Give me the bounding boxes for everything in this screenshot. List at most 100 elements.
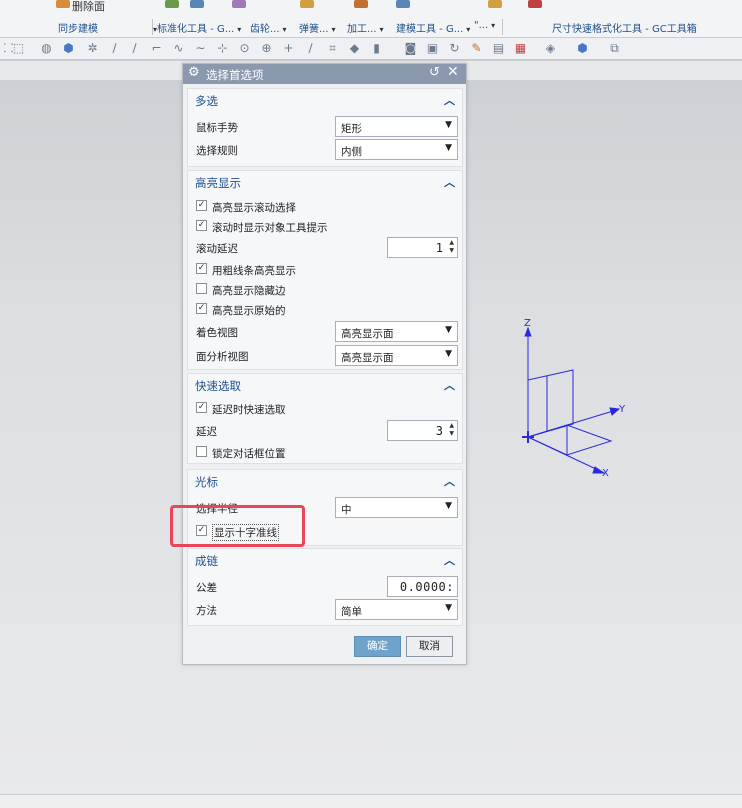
original-checkbox[interactable]: ✓ [196,303,207,314]
line-icon[interactable]: ∕ [108,42,121,55]
rollover-row: ✓ 高亮显示滚动选择 [196,197,396,217]
cross-icon[interactable]: + [282,42,295,55]
chevron-up-icon[interactable]: ︿ [444,552,455,568]
cancel-button[interactable]: 取消 [406,636,453,657]
circle-center-icon[interactable]: ⊙ [238,42,251,55]
paint-icon[interactable]: ✎ [470,42,483,55]
hidden-edges-checkbox[interactable] [196,283,207,294]
section-header[interactable]: 多选 ︿ [188,89,462,111]
tolerance-row: 公差 0.0000: [196,576,458,597]
delay-quickpick-checkbox[interactable]: ✓ [196,402,207,413]
chevron-down-icon: ▼ [445,349,452,359]
grid-icon[interactable]: ▦ [514,42,527,55]
group-spring[interactable]: 弹簧... ▾ [299,20,336,35]
intersection-icon[interactable]: ⌗ [326,42,339,55]
ribbon: 删除面 同步建模 ▾标准化工具 - G... ▾ 齿轮... ▾ 弹簧... ▾ 加工… [0,0,742,38]
quickpick-delay-spinner[interactable]: 3 ▲ ▼ [387,420,458,441]
annotation-highlight-box [170,505,305,547]
section-title: 光标 [195,475,218,489]
select-rule-row: 选择规则 内侧 ▼ [196,139,458,160]
delete-face-command[interactable]: 删除面 [72,0,105,14]
curve-icon[interactable]: ⌐ [150,42,163,55]
tool-icon[interactable] [528,0,542,8]
spinner-arrows-icon[interactable]: ▲ ▼ [449,239,454,255]
group-modeling-tools[interactable]: 建模工具 - G... ▾ [396,20,470,35]
group-sync-modeling[interactable]: 同步建模 [58,20,98,35]
cube-icon[interactable]: ⬢ [576,42,589,55]
body-icon[interactable]: ▮ [370,42,383,55]
tool-icon[interactable] [354,0,368,8]
mouse-gesture-select[interactable]: 矩形 ▼ [335,116,458,137]
quadrant-icon[interactable]: ⊕ [260,42,273,55]
tooltip-row: ✓ 滚动时显示对象工具提示 [196,217,396,237]
window-icon[interactable]: ▣ [426,42,439,55]
gear-icon: ⚙ [188,65,200,80]
section-header[interactable]: 光标 ︿ [188,470,462,492]
method-select[interactable]: 简单 ▼ [335,599,458,620]
tolerance-input[interactable]: 0.0000: [387,576,458,597]
lock-position-checkbox[interactable] [196,446,207,457]
render-icon[interactable]: ◈ [544,42,557,55]
mouse-gesture-label: 鼠标手势 [196,122,238,134]
face-icon[interactable]: ◆ [348,42,361,55]
display-icon[interactable]: ⧉ [608,42,621,55]
group-dimension-format[interactable]: 尺寸快速格式化工具 - GC工具箱 [552,20,697,35]
group-more[interactable]: "... ▾ [474,20,495,31]
tool-icon[interactable] [300,0,314,8]
chevron-up-icon[interactable]: ︿ [444,174,455,190]
chevron-down-icon: ▼ [445,325,452,335]
rotate-icon[interactable]: ↻ [448,42,461,55]
solid-body-icon[interactable]: ⬢ [62,42,75,55]
select-value: 高亮显示面 [341,352,394,364]
tool-icon[interactable] [232,0,246,8]
chevron-down-icon: ▼ [445,143,452,153]
ribbon-group-row: 同步建模 ▾标准化工具 - G... ▾ 齿轮... ▾ 弹簧... ▾ 加工... ▾… [0,17,742,37]
selection-toolbar: ⸬ ⬚ ◍ ⬢ ✲ ∕ ∕ ⌐ ∿ ∼ ⊹ ⊙ ⊕ + ∕ ⌗ ◆ ▮ ◙ ▣ … [0,38,742,60]
section-header[interactable]: 高亮显示 ︿ [188,171,462,193]
chevron-up-icon[interactable]: ︿ [444,473,455,489]
group-standard-tools[interactable]: ▾标准化工具 - G... ▾ [150,20,241,35]
mouse-gesture-row: 鼠标手势 矩形 ▼ [196,116,458,137]
rollover-delay-spinner[interactable]: 1 ▲ ▼ [387,237,458,258]
point-icon[interactable]: ⊹ [216,42,229,55]
tool-icon[interactable] [488,0,502,8]
tooltip-checkbox[interactable]: ✓ [196,220,207,231]
section-highlight: 高亮显示 ︿ ✓ 高亮显示滚动选择 ✓ 滚动时显示对象工具提示 滚动延迟 1 ▲… [187,170,463,370]
dialog-title-bar[interactable]: ⚙ 选择首选项 ↺ ✕ [183,64,466,84]
method-row: 方法 简单 ▼ [196,599,458,620]
view-icon[interactable]: ◙ [404,42,417,55]
spline-icon[interactable]: ∿ [172,42,185,55]
group-machining[interactable]: 加工... ▾ [347,20,384,35]
selection-radius-select[interactable]: 中 ▼ [335,497,458,518]
tool-icon[interactable] [190,0,204,8]
select-rule-select[interactable]: 内侧 ▼ [335,139,458,160]
shaded-view-select[interactable]: 高亮显示面 ▼ [335,321,458,342]
rollover-delay-label: 滚动延迟 [196,243,238,255]
shaded-view-label: 着色视图 [196,327,238,339]
rollover-checkbox[interactable]: ✓ [196,200,207,211]
section-header[interactable]: 成链 ︿ [188,549,462,571]
rectangle-select-icon[interactable]: ⬚ [12,42,25,55]
line-icon[interactable]: ∕ [128,42,141,55]
ok-button[interactable]: 确定 [354,636,401,657]
spline-icon[interactable]: ∼ [194,42,207,55]
section-header[interactable]: 快速选取 ︿ [188,374,462,396]
face-analysis-row: 面分析视图 高亮显示面 ▼ [196,345,458,366]
close-icon[interactable]: ✕ [447,64,459,80]
layer-icon[interactable]: ▤ [492,42,505,55]
thick-line-checkbox[interactable]: ✓ [196,263,207,274]
tool-icon[interactable] [396,0,410,8]
delete-face-icon[interactable] [56,0,70,8]
x-axis-label: X [602,468,609,479]
feature-icon[interactable]: ✲ [86,42,99,55]
tool-icon[interactable] [165,0,179,8]
face-analysis-select[interactable]: 高亮显示面 ▼ [335,345,458,366]
select-value: 中 [341,504,352,516]
tangent-icon[interactable]: ∕ [304,42,317,55]
group-gear[interactable]: 齿轮... ▾ [250,20,287,35]
reset-icon[interactable]: ↺ [429,65,440,80]
chevron-up-icon[interactable]: ︿ [444,92,455,108]
select-all-icon[interactable]: ◍ [40,42,53,55]
spinner-arrows-icon[interactable]: ▲ ▼ [449,422,454,438]
chevron-up-icon[interactable]: ︿ [444,377,455,393]
